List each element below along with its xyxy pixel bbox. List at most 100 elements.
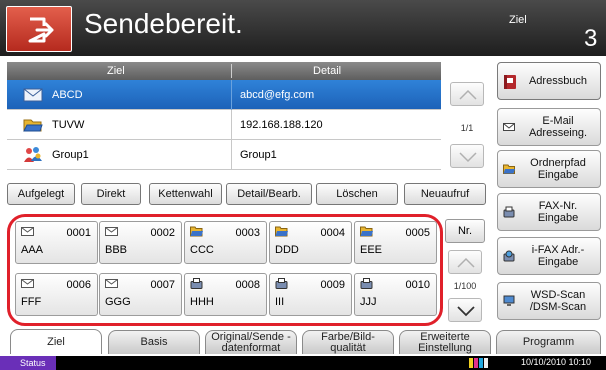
one-touch-number: 0005 xyxy=(405,227,430,239)
delete-button[interactable]: Löschen xyxy=(316,183,398,205)
fax-icon xyxy=(360,278,373,289)
destination-count: 3 xyxy=(584,25,598,52)
one-touch-key[interactable]: 0007 GGG xyxy=(99,273,182,316)
destination-row[interactable]: Group1 Group1 xyxy=(7,140,441,170)
destination-row[interactable]: TUVW 192.168.188.120 xyxy=(7,110,441,140)
destination-row[interactable]: ABCD abcd@efg.com xyxy=(7,80,441,110)
on-hook-button[interactable]: Aufgelegt xyxy=(7,183,75,205)
wsd-scan-button[interactable]: WSD-Scan /DSM-Scan xyxy=(497,282,601,320)
one-touch-number: 0002 xyxy=(150,227,175,239)
folder-icon xyxy=(23,119,43,132)
ifax-address-entry-button[interactable]: i-FAX Adr.-Eingabe xyxy=(497,237,601,275)
one-touch-name: FFF xyxy=(21,296,42,308)
chevron-down-icon xyxy=(459,152,477,163)
folder-icon xyxy=(190,226,203,237)
one-touch-name: CCC xyxy=(190,244,214,256)
fax-icon xyxy=(275,278,288,289)
column-header-ziel: Ziel xyxy=(107,65,125,77)
one-touch-scroll-up-button[interactable] xyxy=(448,250,482,274)
chevron-up-icon xyxy=(459,89,477,100)
destination-name: Group1 xyxy=(52,149,89,161)
computer-icon xyxy=(503,295,515,306)
one-touch-number: 0009 xyxy=(320,279,345,291)
one-touch-scroll-down-button[interactable] xyxy=(448,298,482,322)
one-touch-name: AAA xyxy=(21,244,44,256)
folder-icon xyxy=(360,226,373,237)
one-touch-name: III xyxy=(275,296,285,308)
destination-page-indicator: 1/1 xyxy=(460,123,474,133)
tab-program[interactable]: Programm xyxy=(496,330,601,354)
scroll-down-button[interactable] xyxy=(450,144,484,168)
email-icon xyxy=(21,279,34,288)
one-touch-key[interactable]: 0001 AAA xyxy=(15,221,98,264)
column-header-detail: Detail xyxy=(313,65,342,77)
one-touch-number: 0003 xyxy=(235,227,260,239)
one-touch-key[interactable]: 0004 DDD xyxy=(269,221,352,264)
fax-icon xyxy=(190,278,203,289)
tab-original-format[interactable]: Original/Sende -datenformat xyxy=(205,330,297,354)
destination-name: ABCD xyxy=(52,89,83,101)
chevron-up-icon xyxy=(457,257,475,268)
destination-detail: abcd@efg.com xyxy=(240,89,315,101)
address-book-label: Adressbuch xyxy=(528,75,588,87)
one-touch-number: 0007 xyxy=(150,279,175,291)
one-touch-key[interactable]: 0002 BBB xyxy=(99,221,182,264)
recall-button[interactable]: Neuaufruf xyxy=(404,183,486,205)
ifax-icon xyxy=(503,250,515,262)
one-touch-name: GGG xyxy=(105,296,131,308)
toner-level-icon xyxy=(469,358,488,368)
send-to-icon xyxy=(28,17,54,43)
scroll-up-button[interactable] xyxy=(450,82,484,106)
email-icon xyxy=(503,123,515,131)
one-touch-key[interactable]: 0005 EEE xyxy=(354,221,437,264)
tab-basis[interactable]: Basis xyxy=(108,330,200,354)
date-time: 10/10/2010 10:10 xyxy=(521,357,592,367)
one-touch-number: 0008 xyxy=(235,279,260,291)
folder-path-entry-button[interactable]: Ordnerpfad Eingabe xyxy=(497,150,601,188)
email-address-entry-button[interactable]: E-Mail Adresseing. xyxy=(497,108,601,146)
folder-icon xyxy=(275,226,288,237)
tab-color-image-quality[interactable]: Farbe/Bild- qualität xyxy=(302,330,394,354)
one-touch-key[interactable]: 0008 HHH xyxy=(184,273,267,316)
fax-number-entry-label: FAX-Nr. Eingabe xyxy=(537,200,579,224)
destination-detail: Group1 xyxy=(240,149,277,161)
one-touch-name: HHH xyxy=(190,296,214,308)
email-icon xyxy=(23,88,43,102)
destination-list: Ziel Detail ABCD abcd@efg.com TUVW 192.1… xyxy=(7,62,441,178)
email-icon xyxy=(105,279,118,288)
direct-button[interactable]: Direkt xyxy=(81,183,141,205)
one-touch-name: EEE xyxy=(360,244,383,256)
one-touch-name: BBB xyxy=(105,244,128,256)
chain-dial-button[interactable]: Kettenwahl xyxy=(149,183,222,205)
page-title: Sendebereit. xyxy=(84,8,243,39)
one-touch-page-indicator: 1/100 xyxy=(453,281,477,291)
email-icon xyxy=(105,227,118,236)
status-bar: Status 10/10/2010 10:10 xyxy=(0,356,606,370)
number-search-button[interactable]: Nr. xyxy=(445,219,485,243)
destination-name: TUVW xyxy=(52,119,85,131)
address-book-button[interactable]: Adressbuch xyxy=(497,62,601,100)
group-icon xyxy=(24,147,42,162)
one-touch-number: 0004 xyxy=(320,227,345,239)
one-touch-name: DDD xyxy=(275,244,299,256)
one-touch-number: 0006 xyxy=(66,279,91,291)
tab-ziel[interactable]: Ziel xyxy=(10,329,102,354)
fax-number-entry-button[interactable]: FAX-Nr. Eingabe xyxy=(497,193,601,231)
folder-icon xyxy=(503,164,515,174)
one-touch-number: 0010 xyxy=(405,279,430,291)
one-touch-key[interactable]: 0009 III xyxy=(269,273,352,316)
wsd-scan-label: WSD-Scan /DSM-Scan xyxy=(529,289,587,313)
destination-scrollbar: 1/1 xyxy=(442,80,492,178)
one-touch-key[interactable]: 0010 JJJ xyxy=(354,273,437,316)
one-touch-key[interactable]: 0003 CCC xyxy=(184,221,267,264)
destination-count-label: Ziel xyxy=(509,14,527,26)
tab-advanced-setup[interactable]: Erweiterte Einstellung xyxy=(399,330,491,354)
status-button[interactable]: Status xyxy=(0,356,56,370)
fax-icon xyxy=(503,206,515,218)
detail-edit-button[interactable]: Detail/Bearb. xyxy=(226,183,312,205)
chevron-down-icon xyxy=(457,306,475,317)
send-tile xyxy=(6,6,72,52)
one-touch-key[interactable]: 0006 FFF xyxy=(15,273,98,316)
address-book-icon xyxy=(504,75,516,89)
destination-list-header: Ziel Detail xyxy=(7,62,441,80)
